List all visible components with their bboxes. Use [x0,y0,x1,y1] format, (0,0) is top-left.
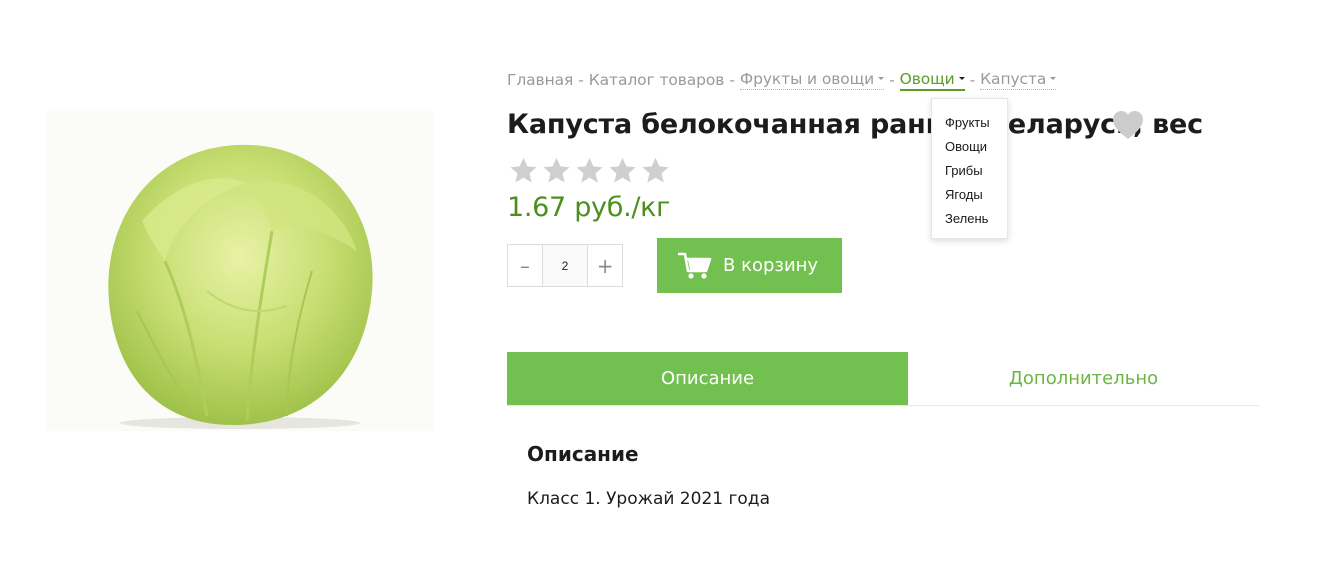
breadcrumb: Главная - Каталог товаров - Фрукты и ово… [507,69,1057,91]
star-icon[interactable] [575,156,604,185]
caret-down-icon [1050,77,1057,80]
quantity-decrease-button[interactable]: – [508,245,542,286]
cart-icon [678,252,712,279]
product-title: Капуста белокочанная ранняя Беларусь, ве… [507,109,1203,140]
breadcrumb-label: Овощи [899,69,955,88]
quantity-stepper: – 2 + [507,244,623,287]
breadcrumb-label: Капуста [980,70,1047,88]
rating-stars [509,156,670,185]
dropdown-item-greens[interactable]: Зелень [945,207,1007,231]
dropdown-item-fruits[interactable]: Фрукты [945,111,1007,135]
breadcrumb-catalog[interactable]: Каталог товаров [589,71,725,89]
product-price: 1.67 руб./кг [507,192,671,223]
product-tabs: Описание Дополнительно [507,352,1259,406]
add-to-cart-label: В корзину [723,255,819,276]
quantity-increase-button[interactable]: + [588,245,622,286]
breadcrumb-label: Фрукты и овощи [739,70,875,88]
tab-additional[interactable]: Дополнительно [908,352,1259,405]
breadcrumb-separator: - [889,71,895,89]
star-icon[interactable] [641,156,670,185]
breadcrumb-separator: - [729,71,735,89]
category-dropdown-menu: Фрукты Овощи Грибы Ягоды Зелень [931,98,1008,239]
breadcrumb-vegetables[interactable]: Овощи [899,69,965,91]
quantity-value[interactable]: 2 [541,245,589,286]
add-to-cart-button[interactable]: В корзину [657,238,842,293]
dropdown-item-berries[interactable]: Ягоды [945,183,1007,207]
caret-down-icon [878,77,885,80]
description-text: Класс 1. Урожай 2021 года [527,489,770,509]
product-image [47,111,433,431]
breadcrumb-home[interactable]: Главная [507,71,573,89]
dropdown-item-mushrooms[interactable]: Грибы [945,159,1007,183]
heart-icon[interactable] [1111,109,1145,141]
breadcrumb-fruits-vegetables[interactable]: Фрукты и овощи [739,70,885,90]
breadcrumb-separator: - [969,71,976,89]
breadcrumb-separator: - [578,71,584,89]
description-heading: Описание [527,442,639,466]
tab-description[interactable]: Описание [507,352,908,405]
caret-down-icon [958,76,965,80]
star-icon[interactable] [542,156,571,185]
dropdown-item-vegetables[interactable]: Овощи [945,135,1007,159]
star-icon[interactable] [608,156,637,185]
breadcrumb-cabbage[interactable]: Капуста [980,70,1057,90]
star-icon[interactable] [509,156,538,185]
